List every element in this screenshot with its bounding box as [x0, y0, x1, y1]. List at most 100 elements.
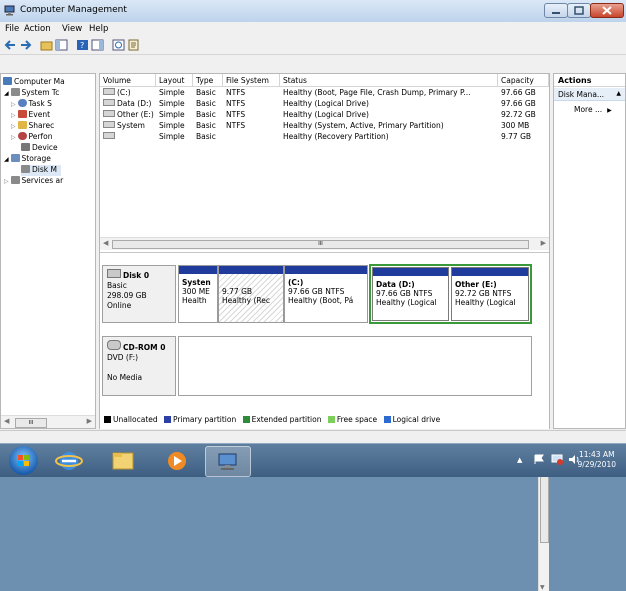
- actions-more[interactable]: More ... ▶: [574, 105, 612, 114]
- computer-management-window: Computer Management File Action View Hel…: [0, 0, 626, 591]
- table-row[interactable]: Data (D:) Simple Basic NTFS Healthy (Log…: [100, 99, 549, 110]
- scroll-down-icon[interactable]: ▼: [540, 584, 545, 591]
- taskbar-computer-management[interactable]: [205, 446, 251, 477]
- show-action-pane-icon[interactable]: [91, 39, 104, 51]
- tree-item-system-tools[interactable]: ◢ System Tc: [4, 88, 59, 99]
- back-arrow-icon[interactable]: [4, 39, 17, 51]
- media-player-icon: [168, 452, 186, 470]
- partition-system-reserved[interactable]: Systen 300 ME Health: [178, 265, 218, 323]
- column-header-file-system[interactable]: File System: [223, 74, 280, 87]
- performance-icon: [17, 132, 27, 140]
- tree-item-storage[interactable]: ◢ Storage: [4, 154, 51, 165]
- folder-icon: [112, 452, 134, 470]
- menu-action[interactable]: Action: [24, 24, 51, 34]
- clock-icon: [17, 99, 27, 107]
- extended-partition[interactable]: Data (D:) 97.66 GB NTFS Healthy (Logical O…: [369, 264, 532, 324]
- show-hidden-icons-icon[interactable]: ▲: [517, 456, 522, 464]
- computer-management-icon: [3, 77, 12, 85]
- action-center-flag-icon[interactable]: [533, 454, 545, 465]
- menu-view[interactable]: View: [62, 24, 82, 34]
- partition-recovery[interactable]: 9.77 GB Healthy (Rec: [218, 265, 284, 323]
- clock-date: 9/29/2010: [577, 460, 616, 469]
- disk-0-status: Online: [107, 301, 132, 310]
- taskbar-media-player[interactable]: [158, 446, 196, 475]
- cdrom-icon: [107, 340, 121, 350]
- actions-section-disk-management[interactable]: Disk Mana... ▲: [554, 88, 625, 101]
- properties-icon[interactable]: [127, 39, 140, 51]
- column-header-status[interactable]: Status: [280, 74, 498, 87]
- forward-arrow-icon[interactable]: [19, 39, 32, 51]
- minimize-icon: [552, 12, 560, 14]
- tree-item-shared-folders[interactable]: ▷ Sharec: [11, 121, 54, 132]
- disk-0-name: Disk 0: [123, 271, 150, 280]
- disk-0-label[interactable]: Disk 0 Basic 298.09 GB Online: [102, 265, 176, 323]
- disk-0-size: 298.09 GB: [107, 291, 147, 300]
- minimize-button[interactable]: [544, 3, 568, 18]
- taskbar-internet-explorer[interactable]: [50, 446, 88, 475]
- event-viewer-icon: [17, 110, 27, 118]
- partition-data-d[interactable]: Data (D:) 97.66 GB NTFS Healthy (Logical: [372, 267, 449, 321]
- system-clock[interactable]: 11:43 AM 9/29/2010: [578, 450, 616, 470]
- volume-list-scroll-thumb[interactable]: III: [112, 240, 529, 249]
- close-icon: [602, 6, 612, 15]
- tree-scroll-thumb[interactable]: III: [15, 418, 47, 428]
- taskbar-windows-explorer[interactable]: [104, 446, 142, 475]
- legend-unallocated: Unallocated: [113, 415, 158, 424]
- volume-icon: [103, 88, 115, 95]
- tree-item-services-applications[interactable]: ▷ Services ar: [4, 176, 63, 187]
- legend-swatch: [327, 416, 335, 423]
- tree-item-task-scheduler[interactable]: ▷ Task S: [11, 99, 52, 110]
- volume-icon: [103, 132, 115, 139]
- scroll-right-icon[interactable]: ▶: [87, 417, 92, 425]
- volume-list-horizontal-scrollbar[interactable]: ◀ III ▶: [100, 237, 549, 250]
- table-row[interactable]: (C:) Simple Basic NTFS Healthy (Boot, Pa…: [100, 88, 549, 99]
- scroll-right-icon[interactable]: ▶: [541, 239, 546, 247]
- computer-management-icon: [4, 5, 15, 16]
- volume-icon: [103, 110, 115, 117]
- menu-help[interactable]: Help: [89, 24, 108, 34]
- partition-c-drive[interactable]: (C:) 97.66 GB NTFS Healthy (Boot, Pá: [284, 265, 368, 323]
- cdrom-0-label[interactable]: CD-ROM 0 DVD (F:) No Media: [102, 336, 176, 396]
- volume-icon: [103, 121, 115, 128]
- legend-swatch: [242, 416, 250, 423]
- title-bar[interactable]: Computer Management: [0, 0, 626, 23]
- tree-item-computer-management[interactable]: Computer Ma: [3, 77, 65, 88]
- menu-file[interactable]: File: [5, 24, 19, 34]
- column-header-layout[interactable]: Layout: [156, 74, 193, 87]
- collapse-up-icon[interactable]: ▲: [616, 90, 621, 97]
- actions-header: Actions: [554, 74, 625, 87]
- legend-swatch: [383, 416, 391, 423]
- tree-horizontal-scrollbar[interactable]: ◀ III ▶: [1, 415, 95, 428]
- help-icon[interactable]: ?: [76, 39, 89, 51]
- table-row[interactable]: Other (E:) Simple Basic NTFS Healthy (Lo…: [100, 110, 549, 121]
- column-header-type[interactable]: Type: [193, 74, 223, 87]
- start-button[interactable]: [9, 446, 38, 475]
- toolbar: ?: [0, 37, 626, 55]
- up-folder-icon[interactable]: [40, 39, 53, 51]
- tree-item-event-viewer[interactable]: ▷ Event: [11, 110, 50, 121]
- shared-folder-icon: [17, 121, 27, 129]
- scroll-left-icon[interactable]: ◀: [103, 239, 108, 247]
- refresh-icon[interactable]: [112, 39, 125, 51]
- cdrom-0-area[interactable]: [178, 336, 532, 396]
- tree-item-performance[interactable]: ▷ Perfon: [11, 132, 52, 143]
- table-row[interactable]: System Simple Basic NTFS Healthy (System…: [100, 121, 549, 132]
- column-header-capacity[interactable]: Capacity: [498, 74, 549, 87]
- tools-icon: [10, 88, 20, 96]
- close-button[interactable]: [590, 3, 624, 18]
- show-hide-tree-icon[interactable]: [55, 39, 68, 51]
- menu-bar: File Action View Help: [0, 22, 626, 36]
- legend-free-space: Free space: [336, 415, 378, 424]
- computer-management-icon: [218, 453, 237, 470]
- legend-swatch: [104, 416, 111, 423]
- network-icon[interactable]: [551, 454, 563, 465]
- column-header-volume[interactable]: Volume: [100, 74, 156, 87]
- tree-item-disk-management[interactable]: Disk M: [21, 165, 61, 176]
- partition-other-e[interactable]: Other (E:) 92.72 GB NTFS Healthy (Logical: [451, 267, 529, 321]
- maximize-icon: [574, 6, 584, 15]
- table-row[interactable]: Simple Basic Healthy (Recovery Partition…: [100, 132, 549, 143]
- maximize-button[interactable]: [567, 3, 591, 18]
- tree-item-device-manager[interactable]: Device: [21, 143, 58, 154]
- disk-icon: [107, 269, 121, 278]
- scroll-left-icon[interactable]: ◀: [4, 417, 9, 425]
